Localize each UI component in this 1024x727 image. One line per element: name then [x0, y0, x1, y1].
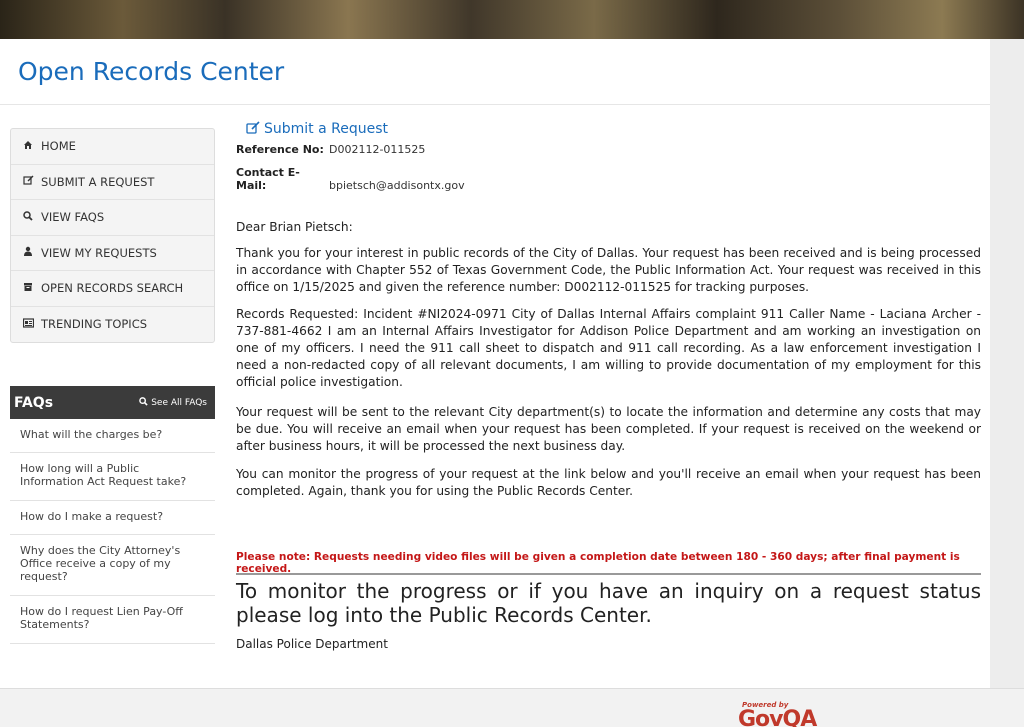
see-all-faqs-link[interactable]: See All FAQs	[139, 397, 207, 408]
newspaper-icon	[22, 318, 41, 331]
search-icon	[23, 211, 41, 224]
sidebar-item-view-faqs[interactable]: VIEW FAQS	[11, 200, 214, 236]
processing-paragraph: Your request will be sent to the relevan…	[236, 405, 981, 453]
archive-icon	[23, 282, 41, 295]
sidebar-item-label: VIEW FAQS	[41, 210, 105, 225]
faq-item[interactable]: How do I request Lien Pay-Off Statements…	[10, 596, 215, 644]
submit-request-link[interactable]: Submit a Request	[246, 121, 388, 137]
faq-title: FAQs	[14, 394, 54, 411]
contact-email-row: Contact E-Mail: bpietsch@addisontx.gov	[236, 166, 465, 192]
faq-panel: FAQs See All FAQs What will the charges …	[10, 386, 215, 644]
faq-item[interactable]: What will the charges be?	[10, 419, 215, 453]
header-banner-image	[0, 0, 1024, 39]
sidebar-item-label: HOME	[41, 139, 76, 154]
sidebar-item-trending-topics[interactable]: TRENDING TOPICS	[11, 307, 214, 343]
sidebar-item-label: SUBMIT A REQUEST	[41, 174, 155, 189]
contact-email-label: Contact E-Mail:	[236, 166, 300, 192]
contact-email-value: bpietsch@addisontx.gov	[329, 179, 465, 192]
submit-request-label: Submit a Request	[264, 121, 389, 137]
sidebar-item-open-records-search[interactable]: OPEN RECORDS SEARCH	[11, 271, 214, 307]
greeting: Dear Brian Pietsch:	[236, 220, 353, 234]
see-all-faqs-label: See All FAQs	[151, 398, 207, 408]
scrollbar-gutter	[990, 39, 1024, 688]
department-name: Dallas Police Department	[236, 637, 388, 651]
faq-item[interactable]: How long will a Public Information Act R…	[10, 453, 215, 501]
sidebar-item-submit-request[interactable]: SUBMIT A REQUEST	[11, 165, 214, 200]
search-icon	[139, 397, 148, 406]
edit-icon	[246, 121, 260, 134]
site-header: Open Records Center	[0, 39, 990, 105]
monitor-heading: To monitor the progress or if you have a…	[236, 579, 981, 627]
sidebar-item-label: OPEN RECORDS SEARCH	[41, 281, 184, 296]
faq-item[interactable]: Why does the City Attorney's Office rece…	[10, 535, 215, 596]
divider	[236, 573, 981, 575]
page-body: Open Records Center HOME SUBMIT A REQUES…	[0, 39, 990, 688]
govqa-logo[interactable]: GovQA	[738, 707, 817, 727]
sidebar-item-label: VIEW MY REQUESTS	[41, 245, 157, 260]
sidebar-item-home[interactable]: HOME	[11, 129, 214, 165]
footer	[0, 688, 1024, 727]
sidebar-nav: HOME SUBMIT A REQUEST VIEW FAQS VIEW MY …	[10, 128, 215, 343]
user-icon	[23, 246, 41, 259]
video-note: Please note: Requests needing video file…	[236, 551, 960, 575]
reference-label: Reference No:	[236, 143, 324, 156]
edit-icon	[23, 175, 41, 189]
faq-item[interactable]: How do I make a request?	[10, 501, 215, 535]
sidebar-item-label: TRENDING TOPICS	[41, 317, 148, 332]
confirmation-paragraph: Thank you for your interest in public re…	[236, 246, 981, 294]
reference-value: D002112-011525	[329, 143, 426, 156]
site-title[interactable]: Open Records Center	[18, 57, 284, 86]
reference-row: Reference No: D002112-011525	[236, 143, 425, 156]
monitor-paragraph: You can monitor the progress of your req…	[236, 467, 981, 498]
sidebar-item-view-my-requests[interactable]: VIEW MY REQUESTS	[11, 236, 214, 271]
home-icon	[23, 140, 41, 153]
records-requested-paragraph: Records Requested: Incident #NI2024-0971…	[236, 307, 981, 389]
faq-header: FAQs See All FAQs	[10, 386, 215, 419]
